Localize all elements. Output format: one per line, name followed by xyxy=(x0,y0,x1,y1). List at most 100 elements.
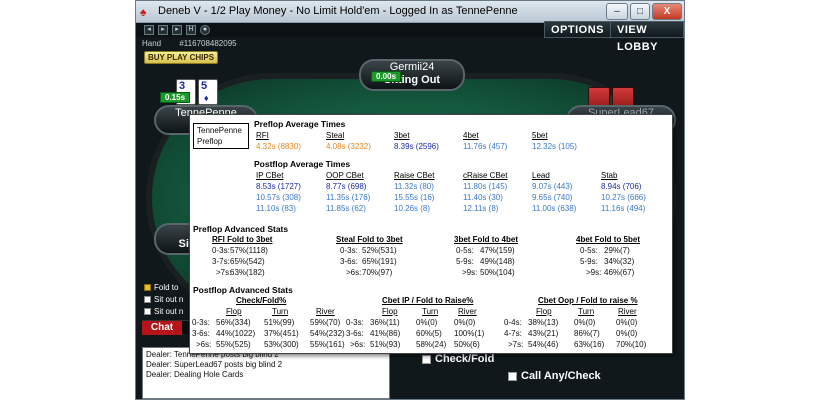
postflop-value: 10.57s (308) xyxy=(256,193,301,202)
check-fold-option[interactable]: Check/Fold xyxy=(422,353,494,365)
stat-bucket: 0-5s: xyxy=(456,246,474,255)
chat-line: Dealer: Dealing Hole Cards xyxy=(146,370,244,379)
postflop-value: 8.94s (706) xyxy=(601,182,642,191)
stat-value: 43%(21) xyxy=(528,329,559,338)
stat-bucket: 0-4s: xyxy=(504,318,522,327)
postflop-header: Stab xyxy=(601,171,618,180)
preflop-header: 4bet xyxy=(463,131,479,140)
stat-bucket: >7s: xyxy=(508,340,524,349)
postflop-times-title: Postflop Average Times xyxy=(254,159,351,169)
stat-bucket: >9s: xyxy=(586,268,602,277)
window-title: Deneb V - 1/2 Play Money - No Limit Hold… xyxy=(158,5,518,17)
stat-value: 47%(159) xyxy=(480,246,515,255)
postflop-value: 8.53s (1727) xyxy=(256,182,301,191)
stat-value: 0%(0) xyxy=(574,318,596,327)
sit-out-checkbox[interactable] xyxy=(144,296,151,304)
chat-tab[interactable]: Chat xyxy=(142,321,182,335)
postflop-value: 15.55s (16) xyxy=(394,193,435,202)
stat-group-title: 3bet Fold to 4bet xyxy=(454,235,518,244)
maximize-button[interactable]: □ xyxy=(630,3,650,20)
preflop-header: 3bet xyxy=(394,131,410,140)
call-any-check-checkbox[interactable] xyxy=(508,371,517,381)
stat-value: 86%(7) xyxy=(574,329,600,338)
stat-bucket: 5-9s: xyxy=(580,257,598,266)
preflop-header: 5bet xyxy=(532,131,548,140)
preflop-times-title: Preflop Average Times xyxy=(254,119,346,129)
stat-value: 36%(11) xyxy=(370,318,400,327)
stat-value: 53%(300) xyxy=(264,340,299,349)
title-bar: ♠ Deneb V - 1/2 Play Money - No Limit Ho… xyxy=(136,1,684,23)
hand-label: Hand xyxy=(142,39,162,48)
postflop-value: 9.07s (443) xyxy=(532,182,573,191)
postflop-header: IP CBet xyxy=(256,171,284,180)
replay-icon[interactable]: ▸ xyxy=(172,25,182,35)
stat-bucket: 0-5s: xyxy=(580,246,598,255)
stat-bucket: 0-3s: xyxy=(346,318,364,327)
street-header: River xyxy=(618,307,637,316)
stat-group-title: 4bet Fold to 5bet xyxy=(576,235,640,244)
street-header: Flop xyxy=(536,307,552,316)
hand-number[interactable]: #116708482095 xyxy=(179,39,236,48)
pokerstars-logo-icon: ♠ xyxy=(140,5,147,19)
postflop-value: 11.00s (638) xyxy=(532,204,577,213)
stat-value: 51%(99) xyxy=(264,318,295,327)
play-icon[interactable]: ▸ xyxy=(158,25,168,35)
stat-value: 41%(86) xyxy=(370,329,401,338)
stat-value: 0%(0) xyxy=(616,329,638,338)
stat-bucket: >6s: xyxy=(346,268,362,277)
stat-bucket: >6s: xyxy=(196,340,212,349)
close-button[interactable]: X xyxy=(652,3,682,20)
hero-card-2: 5 ♦ xyxy=(198,79,218,105)
stat-value: 52%(531) xyxy=(362,246,397,255)
stat-value: 38%(13) xyxy=(528,318,559,327)
rewind-icon[interactable]: ◂ xyxy=(144,25,154,35)
stat-value: 70%(97) xyxy=(362,268,393,277)
check-fold-checkbox[interactable] xyxy=(422,354,431,364)
postflop-value: 11.10s (83) xyxy=(256,204,296,213)
postflop-value: 11.35s (176) xyxy=(326,193,371,202)
chat-log[interactable]: Dealer: TennePenne posts big blind 2 Dea… xyxy=(142,347,390,399)
stat-value: 44%(1022) xyxy=(216,329,256,338)
stat-value: 51%(93) xyxy=(370,340,401,349)
stat-group-title: Steal Fold to 3bet xyxy=(336,235,403,244)
stat-group-title: RFI Fold to 3bet xyxy=(212,235,273,244)
minimize-button[interactable]: – xyxy=(606,3,628,20)
call-any-check-option[interactable]: Call Any/Check xyxy=(508,370,601,382)
postflop-value: 10.26s (8) xyxy=(394,204,431,213)
postflop-header: Raise CBet xyxy=(394,171,435,180)
preflop-header: Steal xyxy=(326,131,345,140)
stat-bucket: >9s: xyxy=(462,268,478,277)
stat-value: 54%(232) xyxy=(310,329,345,338)
buy-play-chips-button[interactable]: BUY PLAY CHIPS xyxy=(144,51,218,64)
stat-value: 63%(16) xyxy=(574,340,605,349)
stat-value: 65%(542) xyxy=(230,257,265,266)
stat-bucket: 5-9s: xyxy=(456,257,474,266)
postflop-advanced-title: Postflop Advanced Stats xyxy=(193,285,293,295)
postflop-header: Lead xyxy=(532,171,550,180)
postflop-value: 11.16s (494) xyxy=(601,204,646,213)
stat-value: 37%(451) xyxy=(264,329,299,338)
postflop-value: 9.65s (740) xyxy=(532,193,573,202)
stat-value: 29%(7) xyxy=(604,246,630,255)
stat-value: 0%(0) xyxy=(616,318,638,327)
color-wheel-icon[interactable]: ● xyxy=(200,25,210,35)
stat-group-title: Cbet Oop / Fold to raise % xyxy=(538,296,638,305)
preflop-value: 4.32s (8830) xyxy=(256,142,301,151)
card-rank: 5 xyxy=(201,80,208,92)
street-header: Flop xyxy=(226,307,242,316)
stat-bucket: 3-6s: xyxy=(346,329,364,338)
preflop-value: 11.76s (457) xyxy=(463,142,508,151)
street-header: Turn xyxy=(272,307,289,316)
preflop-advanced-title: Preflop Advanced Stats xyxy=(193,224,289,234)
preflop-value: 4.08s (3232) xyxy=(326,142,371,151)
view-lobby-button[interactable]: VIEW LOBBY xyxy=(610,21,684,53)
sit-out-checkbox[interactable] xyxy=(144,308,151,316)
fold-to-checkbox[interactable] xyxy=(144,284,151,292)
stat-value: 58%(24) xyxy=(416,340,447,349)
stat-value: 55%(161) xyxy=(310,340,345,349)
options-button[interactable]: OPTIONS xyxy=(544,21,612,38)
street-header: River xyxy=(316,307,335,316)
hero-timer: 0.15s xyxy=(160,92,191,103)
hud-icon[interactable]: H xyxy=(186,25,196,35)
stat-bucket: 0-3s: xyxy=(340,246,358,255)
